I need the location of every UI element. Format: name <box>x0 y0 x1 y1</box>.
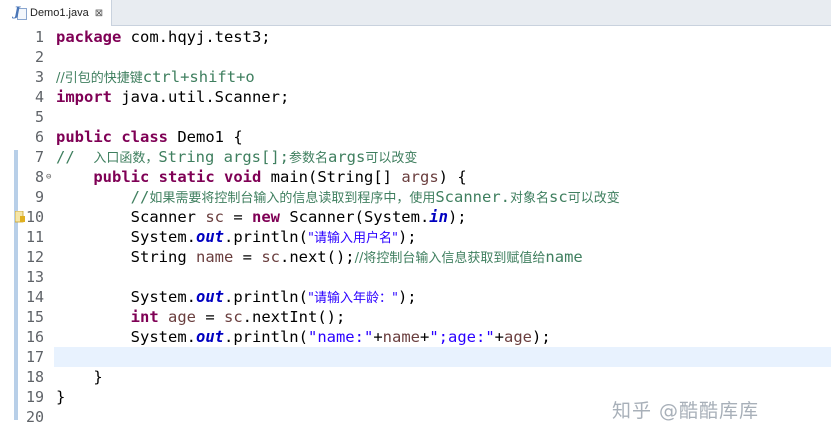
code-line: 18 } <box>0 367 831 387</box>
line-number: 7 <box>34 148 44 166</box>
code-comment: // 入口函数，String args[];参数名args可以改变 <box>56 148 418 166</box>
code-line: 14 System.out.println("请输入年龄："); <box>0 287 831 307</box>
line-number: 19 <box>25 388 44 406</box>
code-text: System.out.println("请输入用户名"); <box>56 228 417 246</box>
code-comment: //如果需要将控制台输入的信息读取到程序中，使用Scanner.对象名sc可以改… <box>56 188 620 206</box>
tab-demo1-java[interactable]: J Demo1.java ⊠ <box>0 0 112 26</box>
line-number: 16 <box>25 328 44 346</box>
line-number: 8 <box>34 168 44 186</box>
line-number: 13 <box>25 268 44 286</box>
code-line: 6 public class Demo1 { <box>0 127 831 147</box>
line-number: 12 <box>25 248 44 266</box>
line-number: 15 <box>25 308 44 326</box>
code-line: 1 package com.hqyj.test3; <box>0 27 831 47</box>
code-line: 2 <box>0 47 831 67</box>
code-text: String name = sc.next();//将控制台输入信息获取到赋值给… <box>56 248 583 266</box>
code-text: } <box>56 368 103 386</box>
tab-filename: Demo1.java <box>30 7 89 19</box>
code-line: 16 System.out.println("name:"+name+";age… <box>0 327 831 347</box>
java-file-icon: J <box>12 5 27 20</box>
code-line: 13 <box>0 267 831 287</box>
code-editor[interactable]: 1 package com.hqyj.test3; 2 3 //引包的快捷键ct… <box>0 26 831 446</box>
code-text: System.out.println("name:"+name+";age:"+… <box>56 328 551 346</box>
code-line: 8 ⊖ public static void main(String[] arg… <box>0 167 831 187</box>
code-text: public static void main(String[] args) { <box>93 168 467 186</box>
line-number: 9 <box>34 188 44 206</box>
line-number: 10 <box>25 208 44 226</box>
line-number: 18 <box>25 368 44 386</box>
code-line: 7 // 入口函数，String args[];参数名args可以改变 <box>0 147 831 167</box>
code-line: 4 import java.util.Scanner; <box>0 87 831 107</box>
close-icon[interactable]: ⊠ <box>95 8 103 19</box>
line-number: 2 <box>34 48 44 66</box>
code-text: public class Demo1 { <box>56 128 243 146</box>
line-number: 5 <box>34 108 44 126</box>
line-number: 1 <box>34 28 44 46</box>
fold-toggle-icon[interactable]: ⊖ <box>46 167 51 187</box>
code-text: package com.hqyj.test3; <box>56 28 271 46</box>
code-text: int age = sc.nextInt(); <box>130 308 346 326</box>
code-comment: //引包的快捷键ctrl+shift+o <box>56 68 255 86</box>
code-text: } <box>56 388 66 406</box>
code-line: 15 int age = sc.nextInt(); <box>0 307 831 327</box>
code-text: Scanner sc = new Scanner(System.in); <box>56 208 467 226</box>
code-text: import java.util.Scanner; <box>56 88 290 106</box>
code-line: 5 <box>0 107 831 127</box>
code-line: 17 <box>0 347 831 367</box>
code-text: System.out.println("请输入年龄："); <box>56 288 417 306</box>
line-number: 11 <box>25 228 44 246</box>
line-number: 14 <box>25 288 44 306</box>
editor-tab-bar: J Demo1.java ⊠ <box>0 0 831 26</box>
line-number: 3 <box>34 68 44 86</box>
line-number: 4 <box>34 88 44 106</box>
line-number: 17 <box>25 348 44 366</box>
watermark: 知乎 @酷酷库库 <box>612 400 760 422</box>
code-line: 12 String name = sc.next();//将控制台输入信息获取到… <box>0 247 831 267</box>
code-line: 11 System.out.println("请输入用户名"); <box>0 227 831 247</box>
code-line: 3 //引包的快捷键ctrl+shift+o <box>0 67 831 87</box>
code-line: 10 Scanner sc = new Scanner(System.in); <box>0 207 831 227</box>
code-line: 9 //如果需要将控制台输入的信息读取到程序中，使用Scanner.对象名sc可… <box>0 187 831 207</box>
line-number: 20 <box>25 408 44 426</box>
line-number: 6 <box>34 128 44 146</box>
